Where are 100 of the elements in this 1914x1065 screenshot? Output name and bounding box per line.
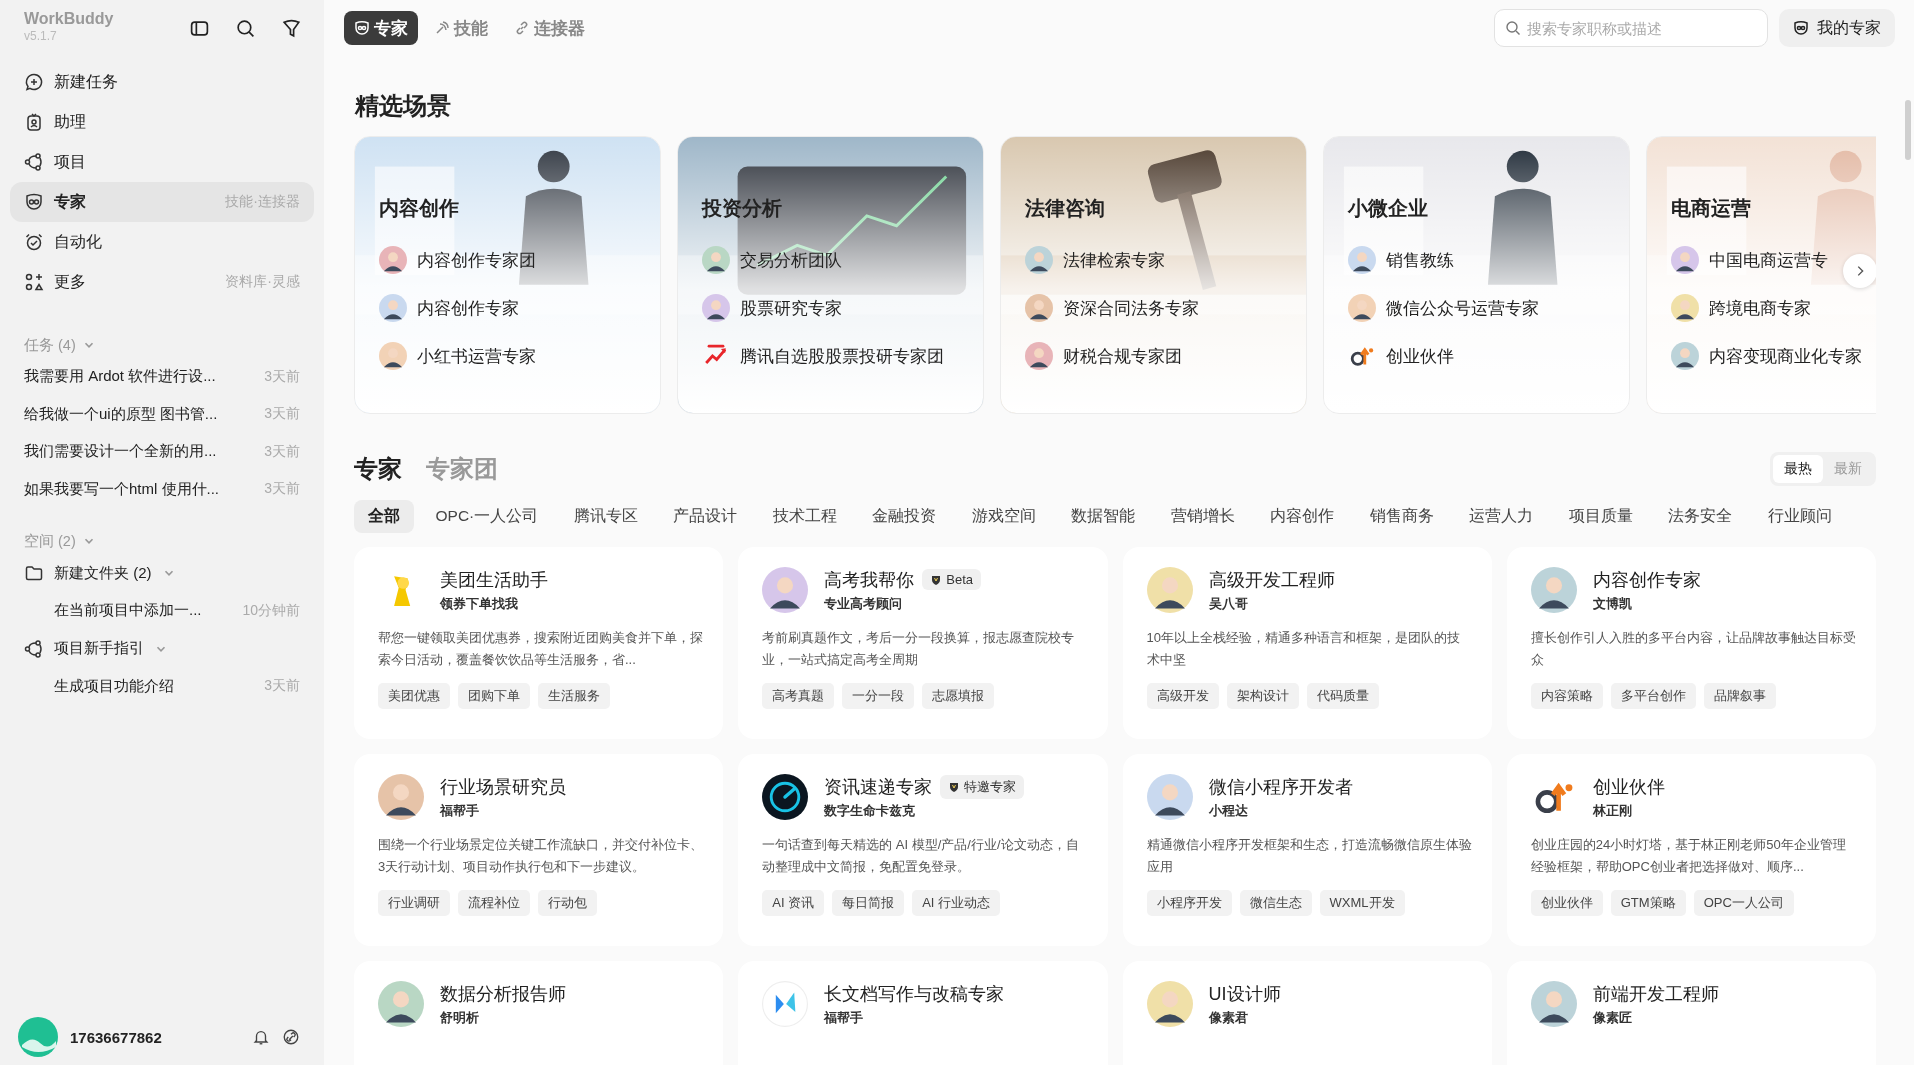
category-tab[interactable]: 运营人力 [1455,500,1548,533]
category-tab[interactable]: 项目质量 [1554,500,1647,533]
scene-expert[interactable]: 股票研究专家 [740,296,842,320]
category-tab[interactable]: 全部 [354,500,414,533]
nav-hint: 技能·连接器 [225,193,300,211]
scene-card[interactable]: 法律咨询 法律检索专家 资深合同法务专家 财税合规专家团 [1000,136,1307,414]
scene-expert[interactable]: 销售教练 [1386,248,1454,272]
scene-expert[interactable]: 创业伙伴 [1386,344,1454,368]
task-item[interactable]: 在当前项目中添加一... 10分钟前 [10,592,314,630]
task-item[interactable]: 给我做一个ui的原型 图书管... 3天前 [10,395,314,433]
task-title: 在当前项目中添加一... [54,601,202,621]
avatar-icon [1671,342,1699,370]
scene-expert[interactable]: 内容创作专家 [417,296,519,320]
scene-card[interactable]: 小微企业 销售教练 微信公众号运营专家 创业伙伴 [1323,136,1630,414]
section-tab[interactable]: 专家 [354,453,402,485]
sidebar-toggle-icon[interactable] [189,18,210,39]
avatar-icon [1348,294,1376,322]
avatar-icon [1146,981,1193,1027]
tag: 志愿填报 [922,683,995,709]
category-tab[interactable]: OPC·一人公司 [421,500,553,533]
avatar-icon [378,774,424,820]
task-item[interactable]: 我需要用 Ardot 软件进行设... 3天前 [10,358,314,396]
search-icon[interactable] [235,18,256,39]
scene-expert[interactable]: 中国电商运营专 [1709,248,1828,272]
expert-card[interactable]: 资讯速递专家 特邀专家 数字生命卡兹克 一句话查到每天精选的 AI 模型/产品/行业/论文动态，自动整理成中文简报，免配置免登录。 AI 资讯 每日简报 AI 行业动态 [738,754,1108,946]
scrollbar-thumb[interactable] [1905,100,1911,160]
expert-card[interactable]: 长文档写作与改稿专家 福帮手 [738,961,1108,1065]
expert-card[interactable]: 数据分析报告师 舒明析 [354,961,724,1065]
expert-card[interactable]: 高级开发工程师 吴八哥 10年以上全栈经验，精通多种语言和框架，是团队的技术中坚 高级开发 架构设计 代码质量 [1122,547,1492,739]
task-title: 我们需要设计一个全新的用... [24,442,217,462]
category-tab[interactable]: 游戏空间 [957,500,1050,533]
scene-expert[interactable]: 小红书运营专家 [417,344,536,368]
category-tab[interactable]: 内容创作 [1256,500,1349,533]
tag: 创业伙伴 [1530,890,1603,916]
expert-description: 帮您一键领取美团优惠券，搜索附近团购美食并下单，探索今日活动，覆盖餐饮饮品等生活服务，省... [378,629,704,669]
avatar-icon [702,246,730,274]
nav-item[interactable]: 助理 [10,102,314,142]
scene-card[interactable]: 电商运营 中国电商运营专 跨境电商专家 内容变现商业化专家 [1646,136,1876,414]
tag: AI 资讯 [762,890,825,916]
avatar-icon [1146,567,1193,613]
avatar-icon [1530,567,1577,613]
folder-item[interactable]: 项目新手指引 [10,629,314,668]
scene-expert[interactable]: 交易分析团队 [740,248,842,272]
category-tab[interactable]: 金融投资 [858,500,951,533]
expert-card[interactable]: 高考我帮你 Beta 专业高考顾问 考前刷真题作文，考后一分一段换算，报志愿查院校专业，一站式搞定高考全周期 高考真题 一分一段 志愿填报 [738,547,1108,739]
bell-icon[interactable] [252,1028,270,1046]
expert-subtitle: 福帮手 [824,1008,865,1027]
funnel-icon[interactable] [281,18,302,39]
expert-name: 资讯速递专家 [824,775,933,799]
link-icon[interactable] [282,1028,300,1046]
expert-card[interactable]: 前端开发工程师 像素匠 [1506,961,1876,1065]
scene-card[interactable]: 投资分析 交易分析团队 股票研究专家 腾讯自选股股票投研专家团 [677,136,984,414]
task-time: 3天前 [264,677,300,696]
nodes-icon [24,152,44,172]
scene-expert[interactable]: 微信公众号运营专家 [1386,296,1539,320]
expert-subtitle: 像素匠 [1592,1008,1633,1027]
nav-item[interactable]: 项目 [10,142,314,182]
category-tab[interactable]: 法务安全 [1654,500,1747,533]
search-field[interactable]: 搜索专家职称或描述 [1494,9,1768,47]
folder-item[interactable]: 新建文件夹 (2) [10,554,314,592]
task-time: 3天前 [264,480,300,499]
category-tab[interactable]: 腾讯专区 [559,500,652,533]
sort-option[interactable]: 最热 [1773,455,1823,483]
nav-item[interactable]: 新建任务 [10,62,314,102]
scene-expert[interactable]: 资深合同法务专家 [1063,296,1199,320]
category-tab[interactable]: 行业顾问 [1753,500,1846,533]
task-item[interactable]: 我们需要设计一个全新的用... 3天前 [10,433,314,471]
expert-card[interactable]: 创业伙伴 林正刚 创业庄园的24小时灯塔，基于林正刚老师50年企业管理经验框架，帮助OPC创业者把选择做对、顺序... 创业伙伴 GTM策略 OPC一人公司 [1506,754,1876,946]
scene-card[interactable]: 内容创作 内容创作专家团 内容创作专家 小红书运营专家 [354,136,661,414]
avatar-icon[interactable] [18,1017,58,1057]
category-tab[interactable]: 产品设计 [659,500,752,533]
expert-card[interactable]: UI设计师 像素君 [1122,961,1492,1065]
category-tab[interactable]: 销售商务 [1355,500,1448,533]
nav-item[interactable]: 自动化 [10,222,314,262]
category-tab[interactable]: 营销增长 [1156,500,1249,533]
category-tab[interactable]: 数据智能 [1057,500,1150,533]
scene-expert[interactable]: 内容创作专家团 [417,248,536,272]
folder-name: 项目新手指引 [54,639,144,658]
avatar-icon [1025,342,1053,370]
category-tab[interactable]: 技术工程 [758,500,851,533]
my-experts-button[interactable]: 我的专家 [1779,9,1895,47]
nav-item[interactable]: 更多 资料库·灵感 [10,262,314,302]
expert-name: 高考我帮你 [824,568,915,592]
scene-expert[interactable]: 法律检索专家 [1063,248,1165,272]
scene-expert[interactable]: 跨境电商专家 [1709,296,1811,320]
mask-icon [24,192,44,212]
expert-subtitle: 专业高考顾问 [824,594,904,613]
scene-expert[interactable]: 腾讯自选股股票投研专家团 [740,344,944,368]
tag: 小程序开发 [1146,890,1232,916]
top-tab[interactable]: 专家 [344,11,418,45]
task-item[interactable]: 如果我要写一个html 使用什... 3天前 [10,470,314,508]
expert-card[interactable]: 内容创作专家 文博凯 擅长创作引人入胜的多平台内容，让品牌故事触达目标受众 内容策略 多平台创作 品牌叙事 [1506,547,1876,739]
scene-expert[interactable]: 内容变现商业化专家 [1709,344,1862,368]
expert-card[interactable]: 行业场景研究员 福帮手 围绕一个行业场景定位关键工作流缺口，并交付补位卡、3天行动计划、项目动作执行包和下一步建议。 行业调研 流程补位 行动包 [354,754,724,946]
expert-card[interactable]: 微信小程序开发者 小程达 精通微信小程序开发框架和生态，打造流畅微信原生体验应用 小程序开发 微信生态 WXML开发 [1122,754,1492,946]
scene-title: 电商运营 [1671,196,1751,221]
task-item[interactable]: 生成项目功能介绍 3天前 [10,667,314,705]
scene-expert[interactable]: 财税合规专家团 [1063,344,1182,368]
nav-item[interactable]: 专家 技能·连接器 [10,182,314,222]
expert-card[interactable]: 美团生活助手 领券下单找我 帮您一键领取美团优惠券，搜索附近团购美食并下单，探索今日活动，覆盖餐饮饮品等生活服务，省... 美团优惠 团购下单 生活服务 [354,547,724,739]
